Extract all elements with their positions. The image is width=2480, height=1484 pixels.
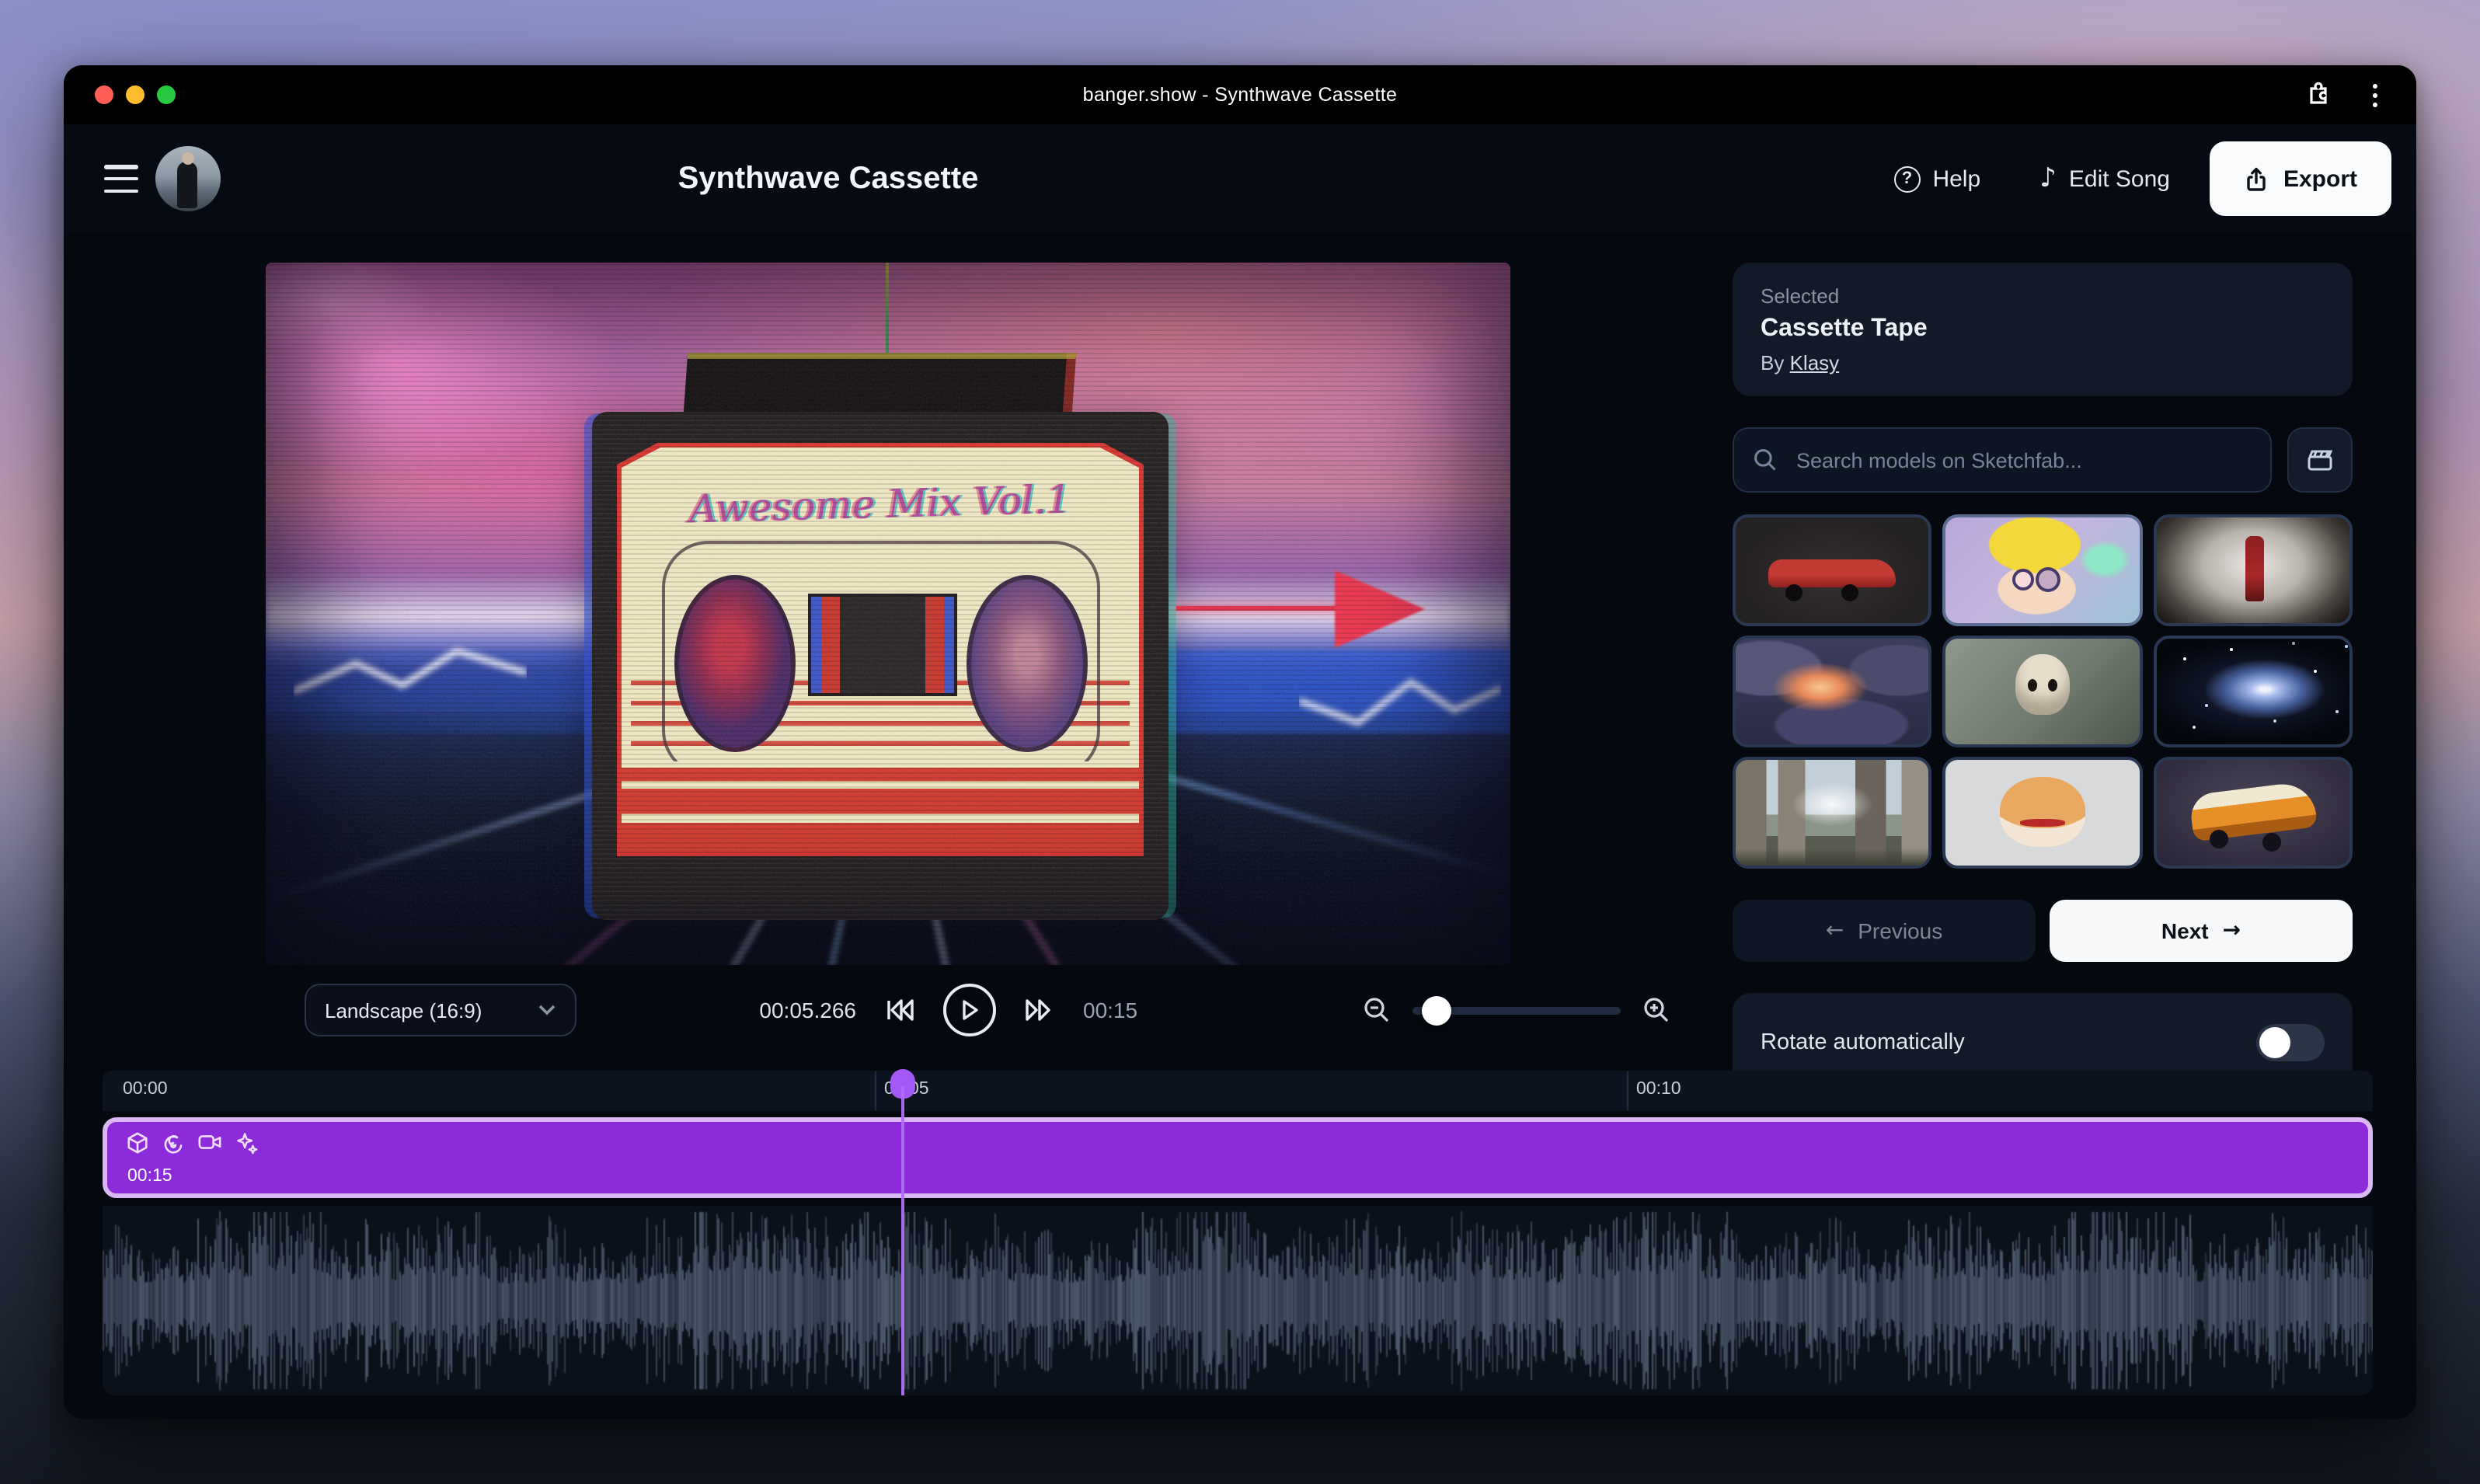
ruler-label: 00:00 <box>123 1080 168 1099</box>
selected-model-name: Cassette Tape <box>1761 315 2325 343</box>
cassette-left-reel <box>674 575 796 752</box>
model-thumbnail[interactable] <box>1943 514 2143 626</box>
music-note-icon: ♪ <box>2039 165 2057 192</box>
timeline-ruler[interactable]: 00:00 00:05 00:10 <box>103 1071 2373 1111</box>
traffic-lights <box>95 85 176 104</box>
window-title: banger.show - Synthwave Cassette <box>64 84 2416 106</box>
edit-song-button[interactable]: ♪ Edit Song <box>2021 153 2189 204</box>
zoom-window-button[interactable] <box>157 85 176 104</box>
rotate-setting-row: Rotate automatically <box>1733 993 2353 1071</box>
edit-song-label: Edit Song <box>2069 165 2170 192</box>
search-input[interactable] <box>1793 447 2252 473</box>
model-sidebar: Selected Cassette Tape By Klasy <box>1733 233 2353 1071</box>
export-upload-icon <box>2245 165 2269 192</box>
red-arrow <box>1335 570 1425 648</box>
help-question-icon: ? <box>1893 165 1920 192</box>
chevron-down-icon <box>538 1004 556 1016</box>
author-link[interactable]: Klasy <box>1790 351 1840 374</box>
previous-page-button[interactable]: ← Previous <box>1733 900 2036 962</box>
model-thumbnail[interactable] <box>2153 636 2353 747</box>
cassette-right-reel <box>967 575 1088 752</box>
close-window-button[interactable] <box>95 85 113 104</box>
rewind-button[interactable] <box>884 998 915 1022</box>
export-label: Export <box>2283 165 2357 192</box>
transport-controls: 00:05.266 00:15 <box>747 984 1137 1036</box>
minimize-window-button[interactable] <box>126 85 145 104</box>
arrow-left-icon: ← <box>1826 918 1844 943</box>
fast-forward-button[interactable] <box>1024 998 1055 1022</box>
desktop-wallpaper: banger.show - Synthwave Cassette Synthwa… <box>0 0 2480 1484</box>
cassette-tape-model[interactable]: Awesome Mix Vol.1 <box>592 412 1169 920</box>
ruler-label: 00:10 <box>1636 1080 1681 1099</box>
rotate-label: Rotate automatically <box>1761 1030 1965 1055</box>
clip-duration-label: 00:15 <box>127 1167 172 1186</box>
video-clip[interactable]: 00:15 <box>103 1117 2373 1198</box>
spiral-icon <box>162 1131 185 1155</box>
sparkles-icon <box>235 1131 258 1155</box>
app-window: banger.show - Synthwave Cassette Synthwa… <box>64 65 2416 1419</box>
cassette-label-text: Awesome Mix Vol.1 <box>622 475 1139 533</box>
selected-heading: Selected <box>1761 284 2325 308</box>
model-thumbnail[interactable] <box>1733 636 1932 747</box>
model-results-grid <box>1733 514 2353 869</box>
zoom-slider[interactable] <box>1412 1006 1621 1014</box>
zoom-slider-knob[interactable] <box>1422 995 1451 1025</box>
main-menu-button[interactable] <box>104 165 138 193</box>
play-button[interactable] <box>943 984 996 1036</box>
selected-model-byline: By Klasy <box>1761 351 2325 374</box>
model-thumbnail[interactable] <box>1943 636 2143 747</box>
aspect-ratio-value: Landscape (16:9) <box>325 998 482 1022</box>
clip-icons <box>126 1131 258 1155</box>
help-button[interactable]: ? Help <box>1875 153 1999 204</box>
zoom-in-icon[interactable] <box>1642 996 1670 1024</box>
user-avatar[interactable] <box>155 146 221 211</box>
model-thumbnail[interactable] <box>2153 514 2353 626</box>
selected-model-card: Selected Cassette Tape By Klasy <box>1733 263 2353 396</box>
model-thumbnail[interactable] <box>1733 757 1932 869</box>
extensions-puzzle-icon[interactable] <box>2301 78 2335 112</box>
clapperboard-icon <box>2306 446 2334 474</box>
cassette-head-window <box>808 594 957 696</box>
help-label: Help <box>1932 165 1980 192</box>
3d-cube-icon <box>126 1131 149 1155</box>
video-preview[interactable]: Awesome Mix Vol.1 <box>266 263 1510 965</box>
search-icon <box>1753 448 1778 472</box>
audio-waveform[interactable] <box>103 1206 2373 1395</box>
timeline: 00:00 00:05 00:10 <box>103 1071 2373 1395</box>
next-page-button[interactable]: Next → <box>2050 900 2353 962</box>
zoom-out-icon[interactable] <box>1363 996 1391 1024</box>
app-header: Synthwave Cassette ? Help ♪ Edit Song <box>64 124 2416 233</box>
current-time: 00:05.266 <box>747 998 856 1022</box>
browser-titlebar: banger.show - Synthwave Cassette <box>64 65 2416 124</box>
total-duration: 00:15 <box>1083 998 1137 1022</box>
rotate-toggle[interactable] <box>2256 1024 2325 1061</box>
cassette-label: Awesome Mix Vol.1 <box>622 448 1139 852</box>
clapperboard-button[interactable] <box>2287 427 2353 493</box>
video-camera-icon <box>197 1131 222 1155</box>
export-button[interactable]: Export <box>2210 141 2391 216</box>
model-thumbnail[interactable] <box>1733 514 1932 626</box>
timeline-zoom-controls <box>1363 984 1670 1036</box>
model-thumbnail[interactable] <box>1943 757 2143 869</box>
arrow-right-icon: → <box>2223 918 2241 943</box>
browser-menu-icon[interactable] <box>2357 78 2391 112</box>
model-thumbnail[interactable] <box>2153 757 2353 869</box>
aspect-ratio-select[interactable]: Landscape (16:9) <box>305 984 576 1036</box>
model-search-field[interactable] <box>1733 427 2272 493</box>
playhead-handle[interactable] <box>890 1069 915 1099</box>
